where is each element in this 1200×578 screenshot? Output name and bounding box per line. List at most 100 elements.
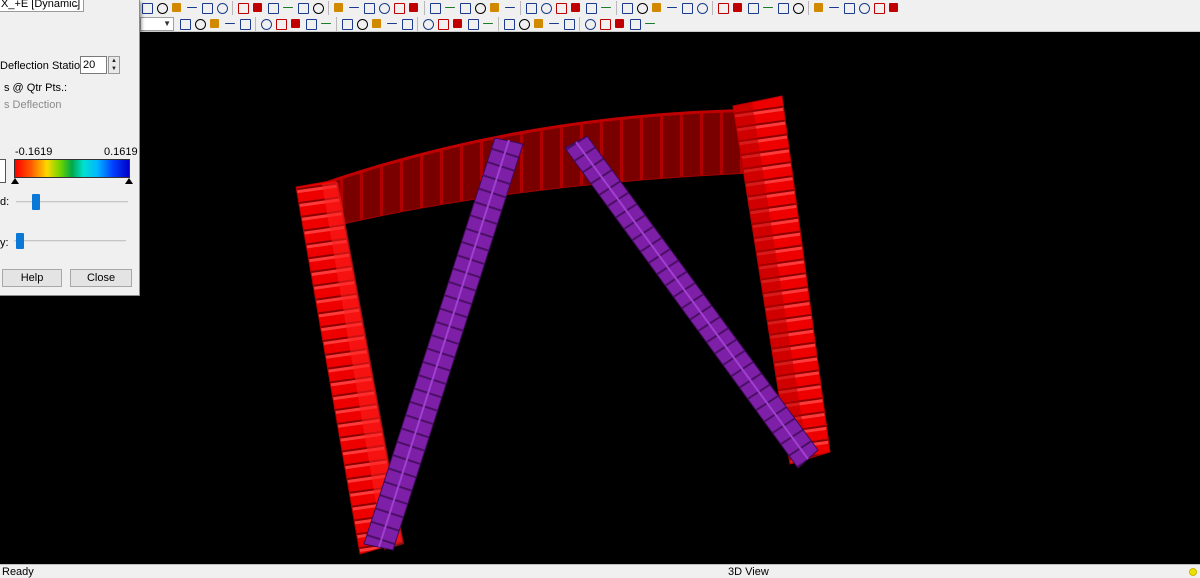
help-button[interactable]: Help: [2, 269, 62, 287]
rotate-icon[interactable]: [872, 1, 886, 15]
slider1-label: d:: [0, 196, 10, 208]
deflection-icon[interactable]: [362, 1, 376, 15]
deflection-stations-input[interactable]: 20: [80, 56, 107, 74]
select-icon[interactable]: [193, 17, 207, 31]
slider1-thumb[interactable]: [31, 194, 40, 210]
deflection-icon[interactable]: [680, 1, 694, 15]
member-icon[interactable]: [281, 1, 295, 15]
view-combo[interactable]: ▼: [140, 17, 174, 31]
view-icon[interactable]: [407, 1, 421, 15]
scale-max-marker[interactable]: [125, 178, 133, 184]
toolbar-separator: [808, 1, 809, 15]
table-icon[interactable]: [695, 1, 709, 15]
paste-icon[interactable]: [481, 17, 495, 31]
plate-icon[interactable]: [296, 1, 310, 15]
view-icon[interactable]: [731, 1, 745, 15]
member-tool-icon[interactable]: [223, 17, 237, 31]
chevron-down-icon: ⌄: [72, 0, 80, 9]
render-icon[interactable]: [458, 1, 472, 15]
toolbar-secondary: [140, 16, 1200, 32]
copy-icon[interactable]: [466, 17, 480, 31]
zoom-out-icon[interactable]: [857, 1, 871, 15]
plate-icon[interactable]: [620, 1, 634, 15]
spin-up-icon[interactable]: ▲: [109, 57, 119, 65]
zoom-box-icon[interactable]: [827, 1, 841, 15]
zoom-in-icon[interactable]: [842, 1, 856, 15]
support-icon[interactable]: [584, 1, 598, 15]
rotate-icon[interactable]: [554, 1, 568, 15]
rf-icon[interactable]: [598, 17, 612, 31]
viewport-3d[interactable]: [0, 32, 1200, 564]
slider2-track[interactable]: [14, 240, 126, 242]
link-icon[interactable]: [319, 17, 333, 31]
pan-icon[interactable]: [488, 1, 502, 15]
select-icon[interactable]: [421, 17, 435, 31]
node-icon[interactable]: [436, 17, 450, 31]
member-icon[interactable]: [599, 1, 613, 15]
select-icon[interactable]: [643, 17, 657, 31]
color-icon[interactable]: [761, 1, 775, 15]
model-icon[interactable]: [791, 1, 805, 15]
load-case-select[interactable]: X_+E [Dynamic] ⌄: [0, 0, 84, 12]
node-icon[interactable]: [208, 17, 222, 31]
axis-icon[interactable]: [340, 17, 354, 31]
load-case-icon[interactable]: [628, 17, 642, 31]
zoom-in-icon[interactable]: [200, 1, 214, 15]
spin-down-icon[interactable]: ▼: [109, 65, 119, 73]
filter-icon[interactable]: [716, 1, 730, 15]
table-icon[interactable]: [377, 1, 391, 15]
rotate-icon[interactable]: [236, 1, 250, 15]
mesh-icon[interactable]: [385, 17, 399, 31]
graph-icon[interactable]: [304, 17, 318, 31]
mesh-icon[interactable]: [613, 17, 627, 31]
color-icon[interactable]: [443, 1, 457, 15]
render-icon[interactable]: [140, 1, 154, 15]
load-case-icon[interactable]: [400, 17, 414, 31]
zoom-in-icon[interactable]: [524, 1, 538, 15]
results-icon[interactable]: [347, 1, 361, 15]
refresh-icon[interactable]: [746, 1, 760, 15]
copy-icon[interactable]: [238, 17, 252, 31]
grid-icon[interactable]: [887, 1, 901, 15]
render-icon[interactable]: [776, 1, 790, 15]
slider2-thumb[interactable]: [16, 233, 25, 249]
redo-icon[interactable]: [517, 17, 531, 31]
undo-icon[interactable]: [274, 17, 288, 31]
support-icon[interactable]: [266, 1, 280, 15]
model-icon[interactable]: [473, 1, 487, 15]
link-icon[interactable]: [547, 17, 561, 31]
zoom-out-icon[interactable]: [539, 1, 553, 15]
moment-icon[interactable]: [332, 1, 346, 15]
redo-icon[interactable]: [289, 17, 303, 31]
load-icon[interactable]: [311, 1, 325, 15]
stress-icon[interactable]: [583, 17, 597, 31]
stress-icon[interactable]: [355, 17, 369, 31]
refresh-icon[interactable]: [428, 1, 442, 15]
rf-icon[interactable]: [370, 17, 384, 31]
stations-spinner[interactable]: ▲ ▼: [108, 56, 120, 74]
moment-icon[interactable]: [650, 1, 664, 15]
results-icon[interactable]: [665, 1, 679, 15]
toolbar-separator: [424, 1, 425, 15]
pan-icon[interactable]: [812, 1, 826, 15]
zoom-box-icon[interactable]: [185, 1, 199, 15]
model-icon[interactable]: [155, 1, 169, 15]
zoom-out-icon[interactable]: [215, 1, 229, 15]
load-case-icon[interactable]: [178, 17, 192, 31]
status-indicator-icon: [1189, 568, 1197, 576]
grid-icon[interactable]: [569, 1, 583, 15]
grid-icon[interactable]: [251, 1, 265, 15]
paste-icon[interactable]: [259, 17, 273, 31]
undo-icon[interactable]: [502, 17, 516, 31]
zoom-box-icon[interactable]: [503, 1, 517, 15]
toolbar-separator: [579, 17, 580, 31]
scale-min-marker[interactable]: [11, 178, 19, 184]
filter-icon[interactable]: [392, 1, 406, 15]
app-window: ▼ X_+E [Dynamic] ⌄ Deflection Stations: …: [0, 0, 1200, 578]
close-button[interactable]: Close: [70, 269, 132, 287]
axis-icon[interactable]: [562, 17, 576, 31]
pan-icon[interactable]: [170, 1, 184, 15]
member-tool-icon[interactable]: [451, 17, 465, 31]
graph-icon[interactable]: [532, 17, 546, 31]
load-icon[interactable]: [635, 1, 649, 15]
